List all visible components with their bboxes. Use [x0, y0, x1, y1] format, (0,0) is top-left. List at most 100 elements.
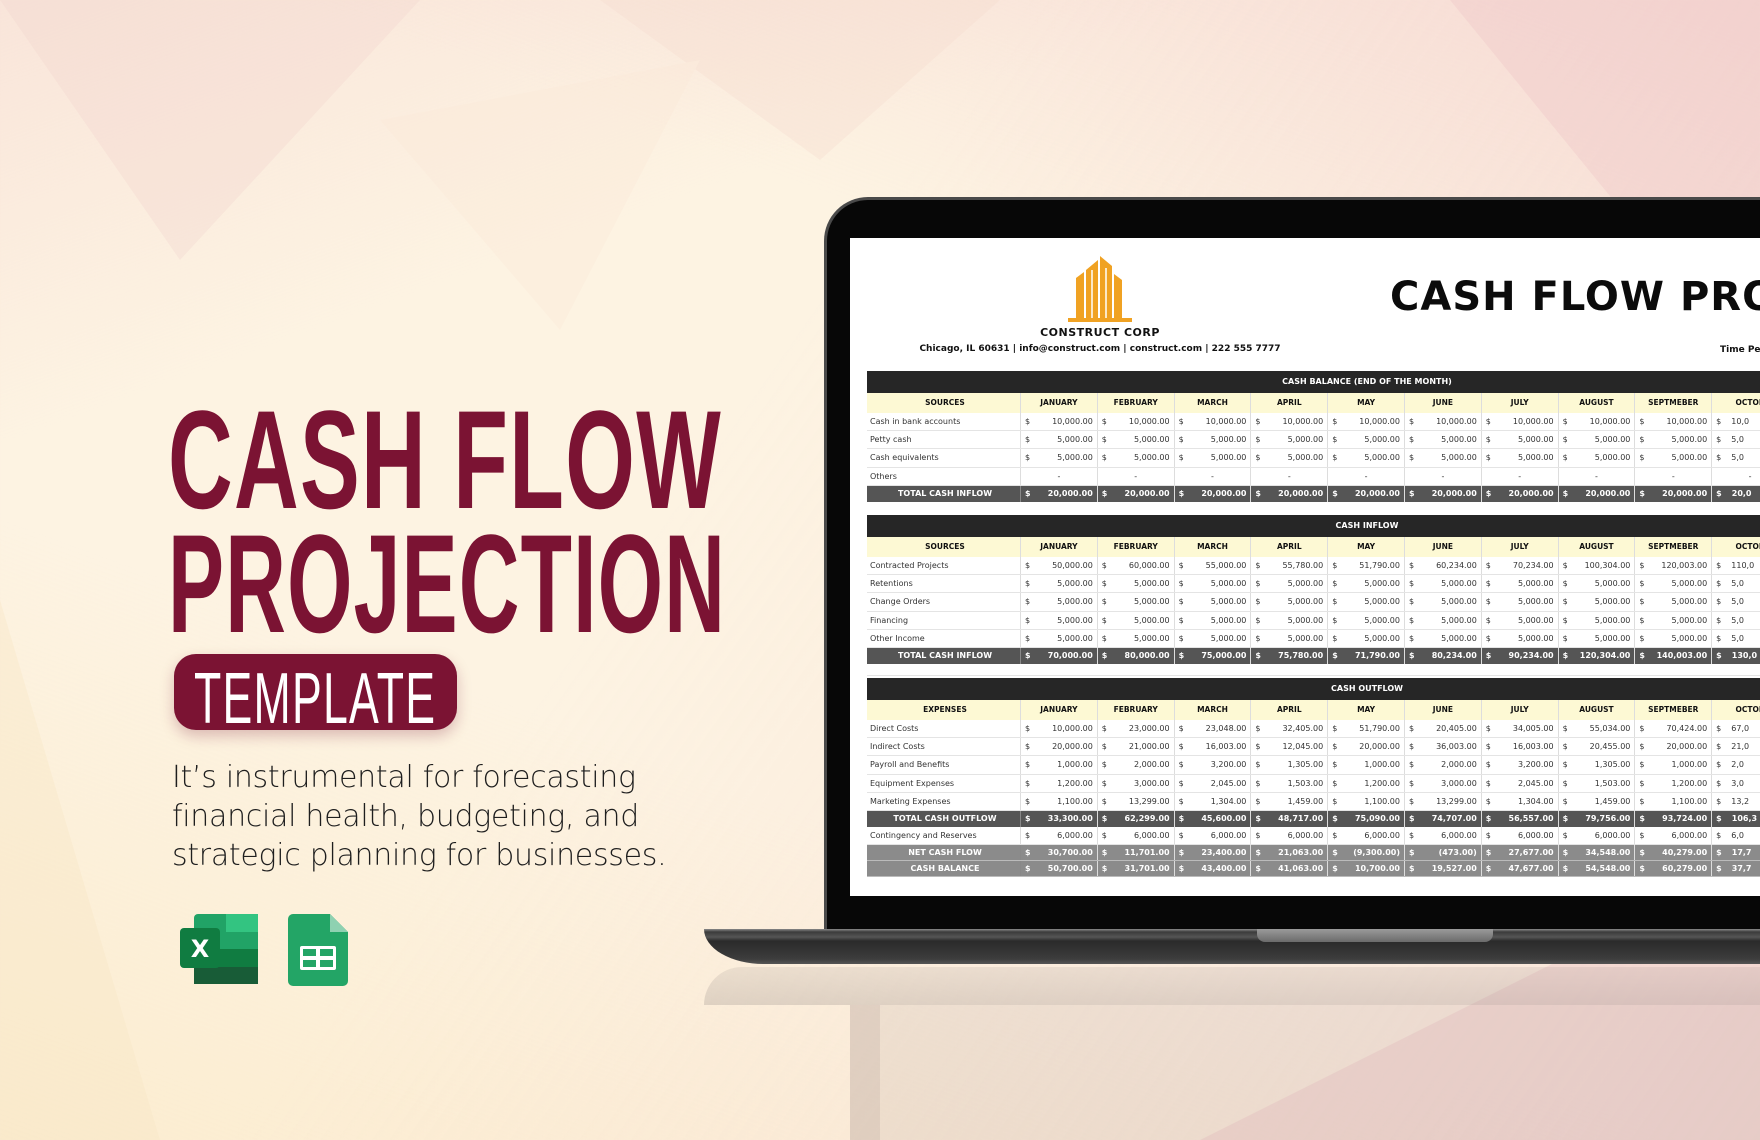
table-cell[interactable]: $5,000.00 [1098, 611, 1175, 629]
table-cell[interactable]: $20,000.00 [1482, 485, 1559, 502]
table-row[interactable]: Equipment Expenses $1,200.00 $3,000.00 $2,0… [867, 774, 1760, 793]
table-cell[interactable]: $2,000.00 [1098, 756, 1175, 774]
table-cell[interactable]: $13,299.00 [1405, 792, 1482, 810]
table-row[interactable]: CASH BALANCE $50,700.00 $31,701.00 $43,400.… [867, 861, 1760, 878]
table-cell[interactable]: - [1635, 467, 1713, 485]
table-cell[interactable]: $13,299.00 [1098, 792, 1175, 810]
table-cell[interactable]: $5,000.00 [1635, 629, 1713, 647]
table-cell[interactable]: $1,459.00 [1559, 792, 1636, 810]
table-cell[interactable]: $37,7 [1712, 861, 1760, 876]
table-cell[interactable]: $6,000.00 [1405, 826, 1482, 845]
table-cell[interactable]: $75,090.00 [1328, 810, 1405, 827]
table-cell[interactable]: $5,000.00 [1635, 449, 1713, 467]
table-cell[interactable]: $70,234.00 [1482, 557, 1559, 575]
table-cell[interactable]: $1,200.00 [1635, 774, 1713, 792]
table-cell[interactable]: $3,000.00 [1098, 774, 1175, 792]
table-cell[interactable]: $50,700.00 [1021, 861, 1098, 877]
table-cell[interactable]: $5,000.00 [1328, 611, 1405, 629]
table-cell[interactable]: $5,000.00 [1098, 629, 1175, 647]
table-cell[interactable]: $80,234.00 [1405, 647, 1482, 664]
table-cell[interactable]: $5,000.00 [1482, 431, 1559, 449]
table-cell[interactable]: $100,304.00 [1559, 557, 1636, 575]
table-cell[interactable]: $5,000.00 [1175, 449, 1252, 467]
table-row[interactable]: Petty cash $5,000.00 $5,000.00 $5,000.00 $5,… [867, 431, 1760, 450]
table-cell[interactable]: - [1021, 467, 1098, 485]
table-cell[interactable]: $5,000.00 [1482, 449, 1559, 467]
table-row[interactable]: NET CASH FLOW $30,700.00 $11,701.00 $23,400… [867, 845, 1760, 862]
table-cell[interactable]: $5,000.00 [1482, 611, 1559, 629]
table-cell[interactable]: $5,000.00 [1021, 593, 1098, 611]
table-cell[interactable]: $51,790.00 [1328, 557, 1405, 575]
table-cell[interactable]: $12,045.00 [1251, 738, 1329, 756]
table-cell[interactable]: $5,000.00 [1328, 431, 1405, 449]
table-cell[interactable]: $106,3 [1712, 811, 1760, 827]
table-cell[interactable]: $54,548.00 [1559, 861, 1636, 877]
table-cell[interactable]: $41,063.00 [1251, 861, 1329, 877]
table-cell[interactable]: $34,005.00 [1482, 720, 1559, 738]
table-cell[interactable]: $5,000.00 [1021, 575, 1098, 593]
table-cell[interactable]: $5,000.00 [1635, 593, 1713, 611]
table-cell[interactable]: $5,000.00 [1251, 611, 1329, 629]
table-cell[interactable]: $20,000.00 [1251, 485, 1329, 502]
table-cell[interactable]: $5,000.00 [1098, 449, 1175, 467]
table-cell[interactable]: $6,000.00 [1635, 826, 1713, 845]
table-cell[interactable]: $5,000.00 [1021, 629, 1098, 647]
table-cell[interactable]: $5,000.00 [1559, 629, 1636, 647]
table-cell[interactable]: $20,405.00 [1405, 720, 1482, 738]
table-cell[interactable]: $51,790.00 [1328, 720, 1405, 738]
table-cell[interactable]: $20,0 [1712, 486, 1760, 502]
table-cell[interactable]: $17,7 [1712, 845, 1760, 860]
table-cell[interactable]: $20,000.00 [1021, 738, 1098, 756]
table-cell[interactable]: $55,000.00 [1175, 557, 1252, 575]
table-cell[interactable]: $5,0 [1712, 593, 1760, 610]
table-cell[interactable]: $5,000.00 [1405, 629, 1482, 647]
table-cell[interactable]: $10,000.00 [1635, 413, 1713, 431]
table-cell[interactable]: $21,000.00 [1098, 738, 1175, 756]
table-row[interactable]: Marketing Expenses $1,100.00 $13,299.00 $1,… [867, 792, 1760, 811]
table-cell[interactable]: $120,304.00 [1559, 647, 1636, 664]
table-cell[interactable]: $11,701.00 [1098, 845, 1175, 861]
table-cell[interactable]: $93,724.00 [1635, 810, 1713, 827]
table-cell[interactable]: $23,000.00 [1098, 720, 1175, 738]
table-cell[interactable]: $6,000.00 [1559, 826, 1636, 845]
table-cell[interactable]: $1,305.00 [1559, 756, 1636, 774]
table-cell[interactable]: $1,459.00 [1251, 792, 1329, 810]
table-cell[interactable]: $10,000.00 [1175, 413, 1252, 431]
table-cell[interactable]: $5,000.00 [1328, 629, 1405, 647]
table-cell[interactable]: $3,200.00 [1482, 756, 1559, 774]
table-cell[interactable]: $5,000.00 [1559, 575, 1636, 593]
table-cell[interactable]: $10,000.00 [1098, 413, 1175, 431]
table-cell[interactable]: $19,527.00 [1405, 861, 1482, 877]
table-cell[interactable]: $2,045.00 [1482, 774, 1559, 792]
table-cell[interactable]: $140,003.00 [1635, 647, 1713, 664]
table-cell[interactable]: $56,557.00 [1482, 810, 1559, 827]
table-cell[interactable]: $1,000.00 [1328, 756, 1405, 774]
table-cell[interactable]: $50,000.00 [1021, 557, 1098, 575]
table-cell[interactable]: $2,0 [1712, 756, 1760, 773]
table-cell[interactable]: $6,000.00 [1021, 826, 1098, 845]
table-cell[interactable]: $5,000.00 [1559, 431, 1636, 449]
table-cell[interactable]: $1,000.00 [1021, 756, 1098, 774]
table-cell[interactable]: $36,003.00 [1405, 738, 1482, 756]
table-cell[interactable]: $21,0 [1712, 738, 1760, 755]
table-cell[interactable]: $5,000.00 [1405, 593, 1482, 611]
table-cell[interactable]: $5,000.00 [1635, 611, 1713, 629]
table-cell[interactable]: $5,000.00 [1175, 575, 1252, 593]
table-cell[interactable]: $20,000.00 [1328, 738, 1405, 756]
table-cell[interactable]: $1,503.00 [1559, 774, 1636, 792]
table-cell[interactable]: - [1559, 467, 1636, 485]
table-cell[interactable]: $5,0 [1712, 612, 1760, 629]
table-cell[interactable]: $5,000.00 [1021, 449, 1098, 467]
table-cell[interactable]: $6,000.00 [1175, 826, 1252, 845]
table-cell[interactable]: $10,000.00 [1021, 720, 1098, 738]
table-cell[interactable]: $ (473.00) [1405, 845, 1482, 861]
table-cell[interactable]: $71,790.00 [1328, 647, 1405, 664]
table-row[interactable]: Cash equivalents $5,000.00 $5,000.00 $5,000… [867, 449, 1760, 468]
table-row[interactable]: Financing $5,000.00 $5,000.00 $5,000.00 $5,0… [867, 611, 1760, 630]
table-cell[interactable]: $1,100.00 [1635, 792, 1713, 810]
table-cell[interactable]: $1,100.00 [1021, 792, 1098, 810]
table-cell[interactable]: $20,000.00 [1328, 485, 1405, 502]
table-cell[interactable]: $5,000.00 [1175, 593, 1252, 611]
table-row[interactable]: Direct Costs $10,000.00 $23,000.00 $23,048.… [867, 720, 1760, 739]
table-cell[interactable]: - [1482, 467, 1559, 485]
